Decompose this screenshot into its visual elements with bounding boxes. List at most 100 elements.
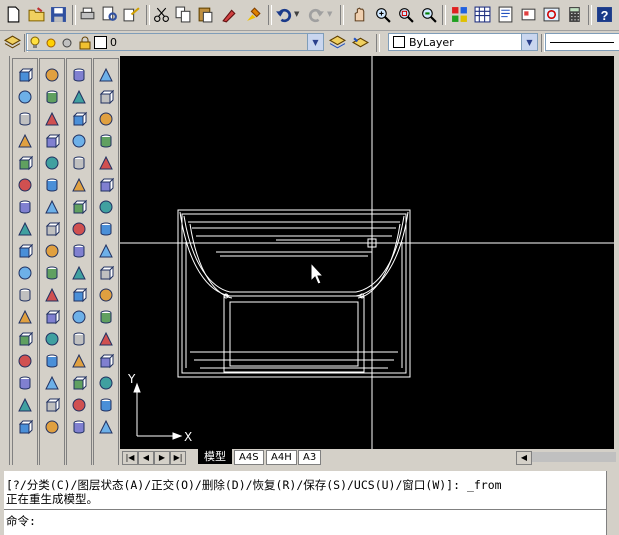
new-icon[interactable]: [3, 4, 24, 25]
scroll-left-icon[interactable]: ◀: [516, 451, 532, 465]
redo-icon[interactable]: [306, 4, 327, 25]
print-icon[interactable]: [77, 4, 98, 25]
light-icon[interactable]: [41, 416, 62, 437]
render-icon[interactable]: [41, 394, 62, 415]
intersect-icon[interactable]: [41, 372, 62, 393]
material-icon[interactable]: [68, 64, 89, 85]
wedge-icon[interactable]: [95, 218, 116, 239]
box-icon[interactable]: [95, 130, 116, 151]
intersect-icon[interactable]: [14, 350, 35, 371]
publish-icon[interactable]: [121, 4, 142, 25]
drawing-area[interactable]: Y X: [120, 56, 619, 449]
wedge-icon[interactable]: [68, 196, 89, 217]
chevron-down-icon[interactable]: ▼: [307, 34, 323, 50]
tool-palettes-icon[interactable]: [495, 4, 516, 25]
subtract-icon[interactable]: [14, 328, 35, 349]
pan-icon[interactable]: [349, 4, 370, 25]
block-editor-icon[interactable]: [243, 4, 264, 25]
vertical-scrollbar[interactable]: [614, 56, 619, 449]
union-icon[interactable]: [95, 372, 116, 393]
intersect-icon[interactable]: [95, 416, 116, 437]
chevron-down-icon[interactable]: ▼: [521, 34, 537, 50]
slice-icon[interactable]: [41, 262, 62, 283]
subtract-icon[interactable]: [68, 372, 89, 393]
save-icon[interactable]: [48, 4, 69, 25]
layer-manager-icon[interactable]: [2, 32, 23, 53]
subtract-icon[interactable]: [41, 350, 62, 371]
torus-icon[interactable]: [95, 240, 116, 261]
torus-icon[interactable]: [41, 196, 62, 217]
interfere-icon[interactable]: [14, 284, 35, 305]
material-icon[interactable]: [14, 416, 35, 437]
torus-icon[interactable]: [68, 218, 89, 239]
help-icon[interactable]: ?: [594, 4, 615, 25]
next-tab-icon[interactable]: ▶: [154, 451, 170, 465]
prev-tab-icon[interactable]: ◀: [138, 451, 154, 465]
copy-icon[interactable]: [173, 4, 194, 25]
tab-a3[interactable]: A3: [298, 450, 322, 465]
subtract-icon[interactable]: [95, 394, 116, 415]
cylinder-icon[interactable]: [14, 108, 35, 129]
first-tab-icon[interactable]: |◀: [122, 451, 138, 465]
torus-icon[interactable]: [14, 174, 35, 195]
union-icon[interactable]: [41, 328, 62, 349]
command-scrollbar[interactable]: [606, 471, 619, 535]
wedge-icon[interactable]: [14, 152, 35, 173]
interfere-icon[interactable]: [68, 328, 89, 349]
color-control-dropdown[interactable]: ByLayer ▼: [388, 33, 538, 51]
cylinder-icon[interactable]: [68, 152, 89, 173]
tab-a4s[interactable]: A4S: [234, 450, 264, 465]
command-grip[interactable]: [0, 471, 4, 535]
interfere-icon[interactable]: [95, 350, 116, 371]
wedge-icon[interactable]: [41, 174, 62, 195]
make-object-layer-current-icon[interactable]: [327, 32, 348, 53]
extrude-icon[interactable]: [95, 262, 116, 283]
tab-model[interactable]: 模型: [198, 449, 232, 464]
cut-icon[interactable]: [151, 4, 172, 25]
sphere-icon[interactable]: [14, 86, 35, 107]
extrude-icon[interactable]: [14, 196, 35, 217]
sheet-set-icon[interactable]: [518, 4, 539, 25]
extrude-icon[interactable]: [41, 218, 62, 239]
cone-icon[interactable]: [14, 130, 35, 151]
section-icon[interactable]: [14, 262, 35, 283]
union-icon[interactable]: [68, 350, 89, 371]
command-input[interactable]: [48, 511, 604, 527]
calculator-icon[interactable]: [564, 4, 585, 25]
revolve-icon[interactable]: [41, 240, 62, 261]
paste-icon[interactable]: [195, 4, 216, 25]
section-icon[interactable]: [68, 306, 89, 327]
zoom-previous-icon[interactable]: [418, 4, 439, 25]
cone-icon[interactable]: [41, 152, 62, 173]
sphere-icon[interactable]: [68, 130, 89, 151]
undo-dropdown-icon[interactable]: ▼: [294, 10, 299, 18]
render-icon[interactable]: [68, 416, 89, 437]
zoom-realtime-icon[interactable]: [372, 4, 393, 25]
slice-icon[interactable]: [68, 284, 89, 305]
layer-previous-icon[interactable]: [350, 32, 371, 53]
box-icon[interactable]: [14, 64, 35, 85]
scene-icon[interactable]: [41, 64, 62, 85]
layer-dropdown[interactable]: ▼: [26, 33, 324, 51]
revolve-icon[interactable]: [14, 218, 35, 239]
preview-icon[interactable]: [99, 4, 120, 25]
slice-icon[interactable]: [95, 306, 116, 327]
cone-icon[interactable]: [68, 174, 89, 195]
match-properties-icon[interactable]: [219, 4, 240, 25]
linetype-control-dropdown[interactable]: [545, 33, 619, 51]
light-icon[interactable]: [14, 394, 35, 415]
scene-icon[interactable]: [68, 86, 89, 107]
revolve-icon[interactable]: [95, 284, 116, 305]
slice-icon[interactable]: [14, 240, 35, 261]
sphere-icon[interactable]: [95, 152, 116, 173]
intersect-icon[interactable]: [68, 394, 89, 415]
redo-dropdown-icon[interactable]: ▼: [327, 10, 332, 18]
revolve-icon[interactable]: [68, 262, 89, 283]
cylinder-icon[interactable]: [41, 130, 62, 151]
markup-icon[interactable]: [541, 4, 562, 25]
cone-icon[interactable]: [95, 196, 116, 217]
union-icon[interactable]: [14, 306, 35, 327]
material-icon[interactable]: [95, 86, 116, 107]
sphere-icon[interactable]: [41, 108, 62, 129]
tab-a4h[interactable]: A4H: [266, 450, 297, 465]
